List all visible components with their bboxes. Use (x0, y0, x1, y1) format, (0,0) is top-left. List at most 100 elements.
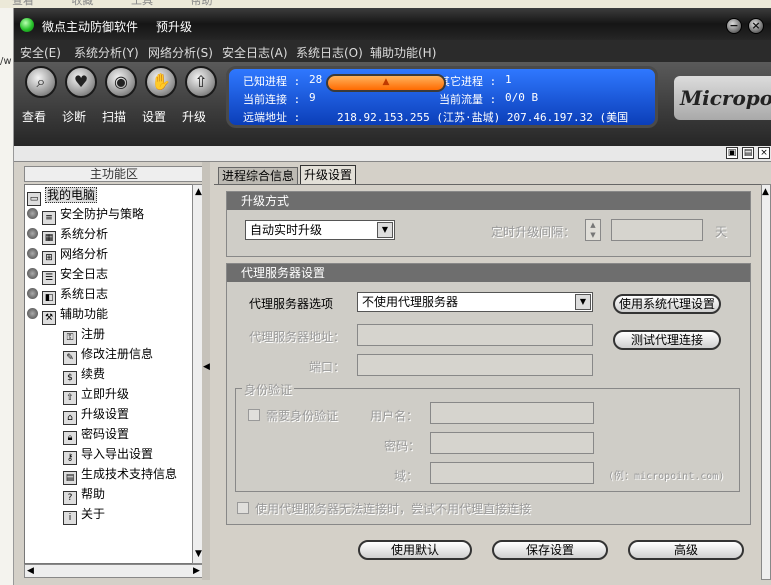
tool-scan-button[interactable]: ◉ 扫描 (102, 66, 140, 126)
tree-item-about[interactable]: i 关于 (63, 505, 105, 525)
scroll-right-icon[interactable]: ▶ (193, 566, 200, 576)
tool-view-button[interactable]: ⌕ 查看 (22, 66, 60, 126)
collapse-toolbar-button[interactable]: ▲ (326, 74, 446, 92)
host-menu-item[interactable]: 工具 (131, 0, 153, 7)
edit-key-icon: ✎ (63, 351, 77, 365)
domain-label: 域： (394, 469, 419, 483)
left-nav-panel: 主功能区 ▭ 我的电脑 ≡ 安全防护与策略 ▦ 系统分析 ⊞ 网络分析 ☰ 安全日志 ◧ 系… (16, 162, 206, 580)
proxy-option-select[interactable]: 不使用代理服务器 ▼ (357, 292, 593, 312)
menu-system-log[interactable]: 系统日志(O) (296, 44, 363, 61)
tree-item-label: 生成技术支持信息 (81, 467, 178, 481)
scroll-down-icon[interactable]: ▼ (195, 549, 202, 559)
tree-item-renew[interactable]: $ 续费 (63, 365, 105, 385)
tree-item-security-policy[interactable]: ≡ 安全防护与策略 (27, 205, 144, 225)
tree-item-label: 立即升级 (81, 387, 130, 401)
fallback-label: 使用代理服务器无法连接时，尝试不用代理直接连接 (255, 502, 532, 516)
tree-item-network-analysis[interactable]: ⊞ 网络分析 (27, 245, 108, 265)
tool-label: 设置 (142, 110, 167, 124)
panel-splitter[interactable]: ◀ (202, 162, 210, 580)
scroll-up-icon[interactable]: ▲ (762, 187, 769, 197)
close-button[interactable]: × (748, 18, 764, 34)
connection-label: 当前连接 : (243, 93, 301, 106)
upgrade-mode-select[interactable]: 自动实时升级 ▼ (245, 220, 395, 240)
tree-item-system-log[interactable]: ◧ 系统日志 (27, 285, 108, 305)
tree-item-label: 升级设置 (81, 407, 130, 421)
cascade-view-icon[interactable]: ▤ (742, 147, 754, 159)
chevron-up-icon: ▲ (382, 77, 390, 87)
menu-security-log[interactable]: 安全日志(A) (222, 44, 288, 61)
upgrade-mode-value: 自动实时升级 (250, 223, 323, 237)
menu-auxiliary[interactable]: 辅助功能(H) (370, 44, 436, 61)
host-menu-item[interactable]: 收藏 (72, 0, 94, 7)
diagnose-icon: ♥ (65, 66, 97, 98)
tree-item-my-computer[interactable]: ▭ 我的电脑 (27, 186, 98, 206)
key-icon: ⚷ (63, 451, 77, 465)
tree-item-upgrade-settings[interactable]: ⌂ 升级设置 (63, 405, 130, 425)
menu-network-analysis[interactable]: 网络分析(S) (148, 44, 213, 61)
collapse-icon[interactable] (27, 308, 38, 319)
host-menu-item[interactable]: 查看 (12, 0, 34, 7)
tab-process-info[interactable]: 进程综合信息 (218, 167, 299, 184)
tile-view-icon[interactable]: ▣ (726, 147, 738, 159)
help-icon: ? (63, 491, 77, 505)
network-icon: ⊞ (42, 251, 56, 265)
need-auth-checkbox (248, 409, 260, 421)
upgrade-icon: ⇧ (185, 66, 217, 98)
content-scrollbar[interactable]: ▲ (761, 184, 771, 580)
chevron-down-icon[interactable]: ▼ (575, 294, 591, 310)
minimize-button[interactable]: − (726, 18, 742, 34)
host-menu-item[interactable]: 帮助 (191, 0, 213, 7)
tool-label: 升级 (182, 110, 207, 124)
menu-bar: 安全(E) 系统分析(Y) 网络分析(S) 安全日志(A) 系统日志(O) 辅助… (14, 40, 771, 62)
use-system-proxy-button[interactable]: 使用系统代理设置 (613, 294, 721, 314)
expand-icon[interactable] (27, 248, 38, 259)
tree-item-auxiliary[interactable]: ⚒ 辅助功能 (27, 305, 108, 325)
tree-item-security-log[interactable]: ☰ 安全日志 (27, 265, 108, 285)
tab-upgrade-settings[interactable]: 升级设置 (300, 165, 357, 185)
expand-icon[interactable] (27, 228, 38, 239)
tool-label: 诊断 (62, 110, 87, 124)
tool-upgrade-button[interactable]: ⇧ 升级 (182, 66, 220, 126)
tree-item-password-settings[interactable]: 🔒︎ 密码设置 (63, 425, 130, 445)
scroll-up-icon[interactable]: ▲ (195, 187, 202, 197)
proxy-port-input (357, 354, 593, 376)
tree-item-label: 系统分析 (60, 227, 109, 241)
tree-item-support-info[interactable]: ▤ 生成技术支持信息 (63, 465, 178, 485)
interval-spinner: ▲ ▼ (585, 219, 601, 241)
menu-security[interactable]: 安全(E) (20, 44, 61, 61)
menu-system-analysis[interactable]: 系统分析(Y) (74, 44, 139, 61)
traffic-label: 当前流量 : (439, 93, 497, 106)
computer-icon: ▭ (27, 192, 41, 206)
advanced-button[interactable]: 高级 (628, 540, 744, 560)
expand-icon[interactable] (27, 208, 38, 219)
tool-settings-button[interactable]: ✋ 设置 (142, 66, 180, 126)
tree-item-import-export[interactable]: ⚷ 导入导出设置 (63, 445, 153, 465)
expand-icon[interactable] (27, 288, 38, 299)
close-view-icon[interactable]: × (758, 147, 770, 159)
test-proxy-button[interactable]: 测试代理连接 (613, 330, 721, 350)
tree-item-label: 密码设置 (81, 427, 130, 441)
username-input (430, 402, 594, 424)
tree-item-register[interactable]: ⚿ 注册 (63, 325, 105, 345)
tree-item-upgrade-now[interactable]: ⇧ 立即升级 (63, 385, 130, 405)
domain-input (430, 462, 594, 484)
connection-value: 9 (309, 91, 316, 104)
tree-item-label: 我的电脑 (45, 187, 98, 203)
use-default-button[interactable]: 使用默认 (358, 540, 472, 560)
proxy-option-value: 不使用代理服务器 (362, 295, 459, 309)
tree-item-system-analysis[interactable]: ▦ 系统分析 (27, 225, 109, 245)
tool-diagnose-button[interactable]: ♥ 诊断 (62, 66, 100, 126)
chevron-down-icon[interactable]: ▼ (377, 222, 393, 238)
expand-icon[interactable] (27, 268, 38, 279)
proxy-option-label: 代理服务器选项 (249, 297, 334, 311)
tree-item-help[interactable]: ? 帮助 (63, 485, 105, 505)
scroll-left-icon[interactable]: ◀ (27, 566, 34, 576)
tree-item-modify-registration[interactable]: ✎ 修改注册信息 (63, 345, 153, 365)
collapse-left-icon[interactable]: ◀ (203, 362, 210, 372)
app-logo-icon (20, 18, 34, 32)
save-settings-button[interactable]: 保存设置 (492, 540, 608, 560)
settings-hand-icon: ✋ (145, 66, 177, 98)
window-subtitle: 预升级 (156, 20, 193, 34)
proxy-port-label: 端口： (309, 360, 346, 374)
nav-horizontal-scrollbar[interactable]: ◀ ▶ (24, 564, 206, 578)
